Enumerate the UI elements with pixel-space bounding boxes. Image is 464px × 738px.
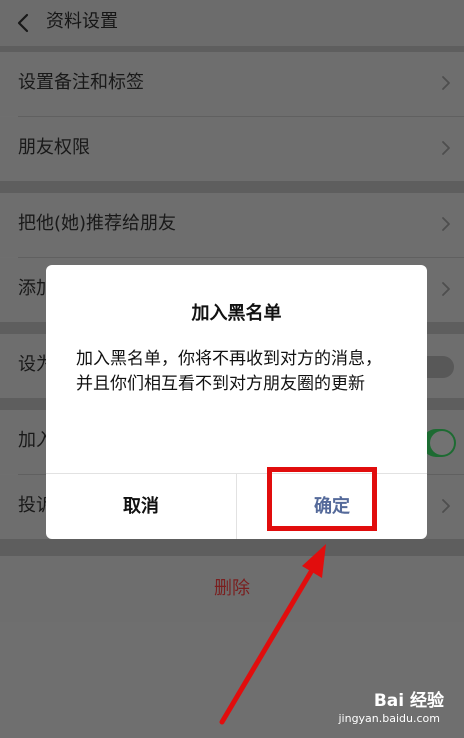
screen: 资料设置 设置备注和标签 朋友权限 把他(她)推荐给朋友 添加 设为 加入 投诉…	[0, 0, 464, 738]
watermark-url: jingyan.baidu.com	[338, 712, 440, 725]
watermark: Bai 经验 jingyan.baidu.com	[314, 690, 444, 730]
red-arrow-icon	[219, 544, 326, 725]
watermark-brand: Bai 经验	[373, 691, 444, 711]
